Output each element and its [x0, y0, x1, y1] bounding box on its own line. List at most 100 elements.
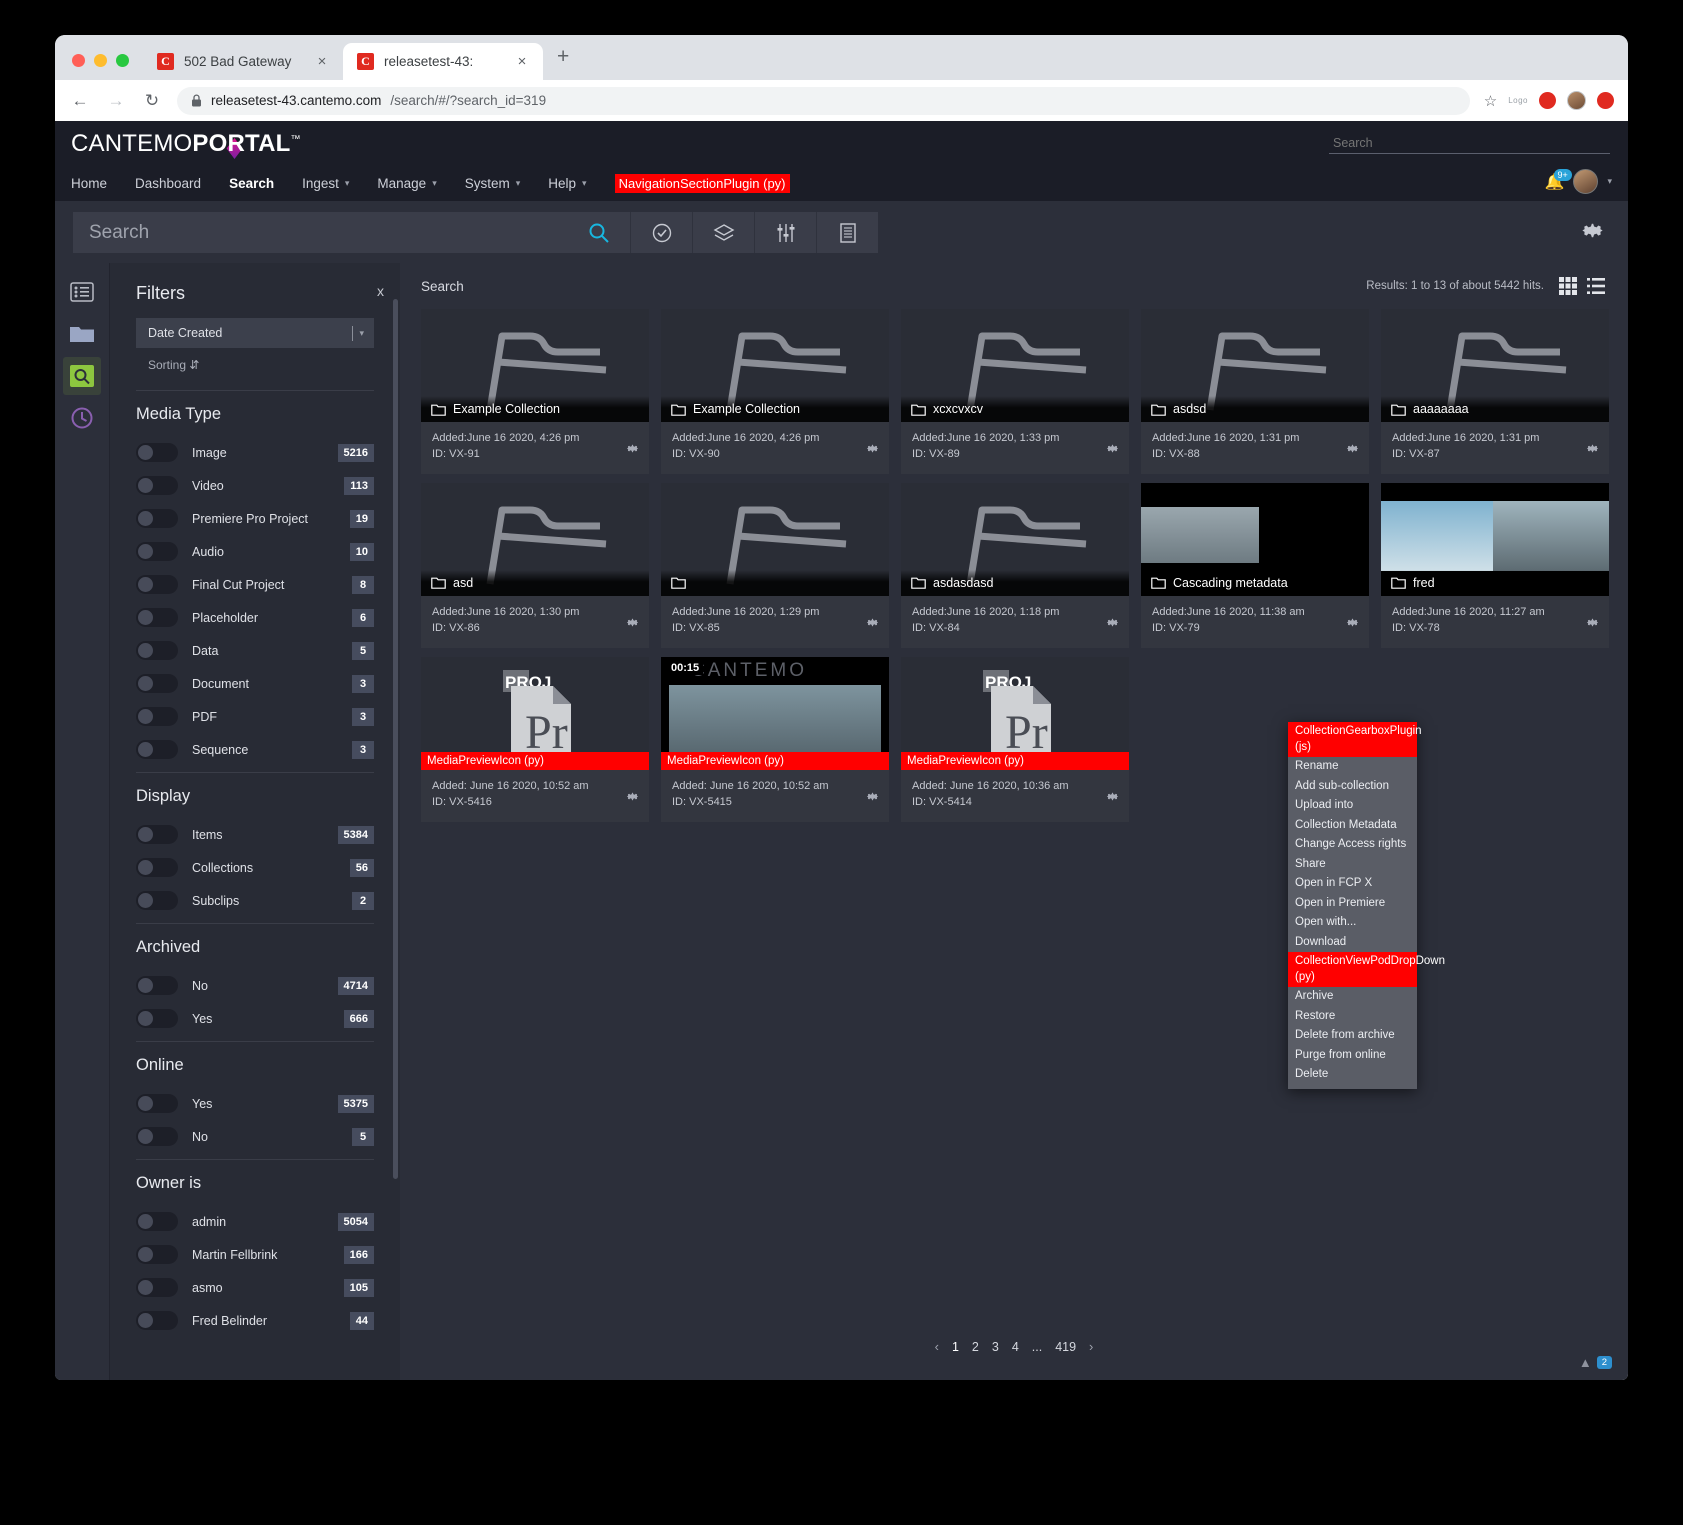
- result-card[interactable]: asd Added:June 16 2020, 1:30 pm ID: VX-86: [421, 482, 649, 648]
- browser-tab-1[interactable]: C 502 Bad Gateway ×: [143, 43, 343, 80]
- card-thumbnail[interactable]: aaaaaaaa: [1381, 309, 1609, 422]
- sliders-icon[interactable]: [754, 212, 816, 253]
- result-card[interactable]: aaaaaaaa Added:June 16 2020, 1:31 pm ID: V…: [1381, 309, 1609, 474]
- reload-icon[interactable]: ↻: [141, 91, 163, 111]
- filter-toggle[interactable]: [136, 674, 178, 693]
- close-tab-icon[interactable]: ×: [313, 53, 331, 70]
- filter-toggle[interactable]: [136, 707, 178, 726]
- user-avatar[interactable]: [1573, 169, 1599, 194]
- chevron-down-icon[interactable]: ▾: [1607, 176, 1612, 187]
- filter-row[interactable]: Data 5: [136, 634, 374, 667]
- context-menu-item[interactable]: Upload into: [1288, 796, 1417, 816]
- context-menu-item[interactable]: Open in Premiere: [1288, 894, 1417, 914]
- filter-toggle[interactable]: [136, 891, 178, 910]
- filter-toggle[interactable]: [136, 542, 178, 561]
- filter-row[interactable]: No 4714: [136, 969, 374, 1002]
- card-gear-button[interactable]: [865, 789, 880, 810]
- filter-toggle[interactable]: [136, 858, 178, 877]
- card-thumbnail[interactable]: asdsd: [1141, 309, 1369, 422]
- app-logo[interactable]: CANTEMOPORTAL™: [71, 130, 301, 159]
- close-tab-icon[interactable]: ×: [513, 53, 531, 70]
- profile-avatar[interactable]: [1567, 91, 1586, 110]
- filter-toggle[interactable]: [136, 641, 178, 660]
- browser-tab-2[interactable]: C releasetest-43: ×: [343, 43, 543, 80]
- nav-item-dashboard[interactable]: Dashboard: [135, 176, 218, 191]
- saved-search-icon[interactable]: [63, 357, 101, 395]
- search-icon[interactable]: [568, 212, 630, 253]
- filter-row[interactable]: Sequence 3: [136, 733, 374, 766]
- back-icon[interactable]: ←: [69, 91, 91, 111]
- pagination-page[interactable]: 2: [972, 1340, 979, 1354]
- filter-row[interactable]: asmo 105: [136, 1271, 374, 1304]
- filter-row[interactable]: Placeholder 6: [136, 601, 374, 634]
- context-menu-item[interactable]: Download: [1288, 933, 1417, 953]
- card-gear-button[interactable]: [1105, 441, 1120, 462]
- card-gear-icon[interactable]: [1105, 789, 1120, 804]
- card-gear-button[interactable]: [625, 789, 640, 810]
- filter-toggle[interactable]: [136, 825, 178, 844]
- card-plugin-banner[interactable]: MediaPreviewIcon (py): [901, 751, 1129, 770]
- expand-up-icon[interactable]: ▲: [1579, 1355, 1592, 1370]
- nav-item-system[interactable]: System ▾: [465, 176, 538, 191]
- filter-row[interactable]: Collections 56: [136, 851, 374, 884]
- filter-toggle[interactable]: [136, 476, 178, 495]
- pagination-page[interactable]: 4: [1012, 1340, 1019, 1354]
- nav-plugin-badge[interactable]: NavigationSectionPlugin (py): [614, 174, 790, 193]
- sorting-toggle[interactable]: Sorting ⇵: [136, 348, 374, 384]
- filters-scrollbar[interactable]: [393, 299, 398, 1179]
- history-icon[interactable]: [63, 399, 101, 437]
- close-window-button[interactable]: [72, 54, 85, 67]
- card-gear-icon[interactable]: [1345, 441, 1360, 456]
- card-gear-icon[interactable]: [1585, 615, 1600, 630]
- card-thumbnail[interactable]: fred: [1381, 482, 1609, 596]
- card-gear-button[interactable]: [865, 441, 880, 462]
- filter-row[interactable]: Final Cut Project 8: [136, 568, 374, 601]
- result-card[interactable]: PROJ Pr MediaPreviewIcon (py) Added: June 1…: [421, 656, 649, 822]
- sort-field-select[interactable]: Date Created ▾: [136, 318, 374, 348]
- filter-toggle[interactable]: [136, 740, 178, 759]
- card-thumbnail[interactable]: asdasdasd: [901, 482, 1129, 596]
- card-thumbnail[interactable]: xcxcvxcv: [901, 309, 1129, 422]
- context-menu-item[interactable]: Purge from online: [1288, 1046, 1417, 1066]
- card-gear-button[interactable]: [1105, 615, 1120, 636]
- card-gear-button[interactable]: [1585, 615, 1600, 636]
- extension-label-icon[interactable]: Logo: [1508, 96, 1528, 105]
- search-input[interactable]: [73, 221, 568, 244]
- browser-menu-icon[interactable]: [1597, 92, 1614, 109]
- context-menu-item[interactable]: Delete from archive: [1288, 1026, 1417, 1046]
- metadata-list-icon[interactable]: [63, 273, 101, 311]
- filter-toggle[interactable]: [136, 608, 178, 627]
- result-card[interactable]: asdasdasd Added:June 16 2020, 1:18 pm ID: …: [901, 482, 1129, 648]
- pagination-page[interactable]: 419: [1055, 1340, 1076, 1354]
- filter-row[interactable]: Yes 666: [136, 1002, 374, 1035]
- result-card[interactable]: fred Added:June 16 2020, 11:27 am ID: VX-7…: [1381, 482, 1609, 648]
- new-tab-button[interactable]: +: [543, 45, 583, 80]
- global-search-input[interactable]: [1329, 132, 1610, 154]
- card-gear-icon[interactable]: [625, 615, 640, 630]
- notifications-icon[interactable]: 🔔 9+: [1545, 168, 1572, 192]
- context-menu-item[interactable]: Archive: [1288, 987, 1417, 1007]
- filter-row[interactable]: Image 5216: [136, 436, 374, 469]
- result-card[interactable]: Example Collection Added:June 16 2020, 4:…: [421, 309, 649, 474]
- check-circle-icon[interactable]: [630, 212, 692, 253]
- card-gear-button[interactable]: [1345, 615, 1360, 636]
- result-card[interactable]: Example Collection Added:June 16 2020, 4:…: [661, 309, 889, 474]
- collection-context-menu[interactable]: CollectionGearboxPlugin (js) Rename Add su…: [1288, 722, 1445, 1089]
- filter-row[interactable]: admin 5054: [136, 1205, 374, 1238]
- pagination-prev[interactable]: ‹: [935, 1339, 939, 1354]
- result-card[interactable]: CANTEMO 00:15 MediaPreviewIcon (py) Added: …: [661, 656, 889, 822]
- filter-toggle[interactable]: [136, 1094, 178, 1113]
- filter-toggle[interactable]: [136, 976, 178, 995]
- grid-view-icon[interactable]: [1558, 276, 1578, 296]
- context-menu-item[interactable]: Open with...: [1288, 913, 1417, 933]
- context-menu-item[interactable]: Rename: [1288, 757, 1417, 777]
- card-gear-icon[interactable]: [1105, 441, 1120, 456]
- bookmark-star-icon[interactable]: ☆: [1484, 92, 1497, 110]
- result-card[interactable]: PROJ Pr MediaPreviewIcon (py) Added: June 1…: [901, 656, 1129, 822]
- filter-row[interactable]: No 5: [136, 1120, 374, 1153]
- filter-row[interactable]: Premiere Pro Project 19: [136, 502, 374, 535]
- nav-item-ingest[interactable]: Ingest ▾: [302, 176, 366, 191]
- filter-toggle[interactable]: [136, 1245, 178, 1264]
- card-gear-icon[interactable]: [1345, 615, 1360, 630]
- card-gear-icon[interactable]: [1585, 441, 1600, 456]
